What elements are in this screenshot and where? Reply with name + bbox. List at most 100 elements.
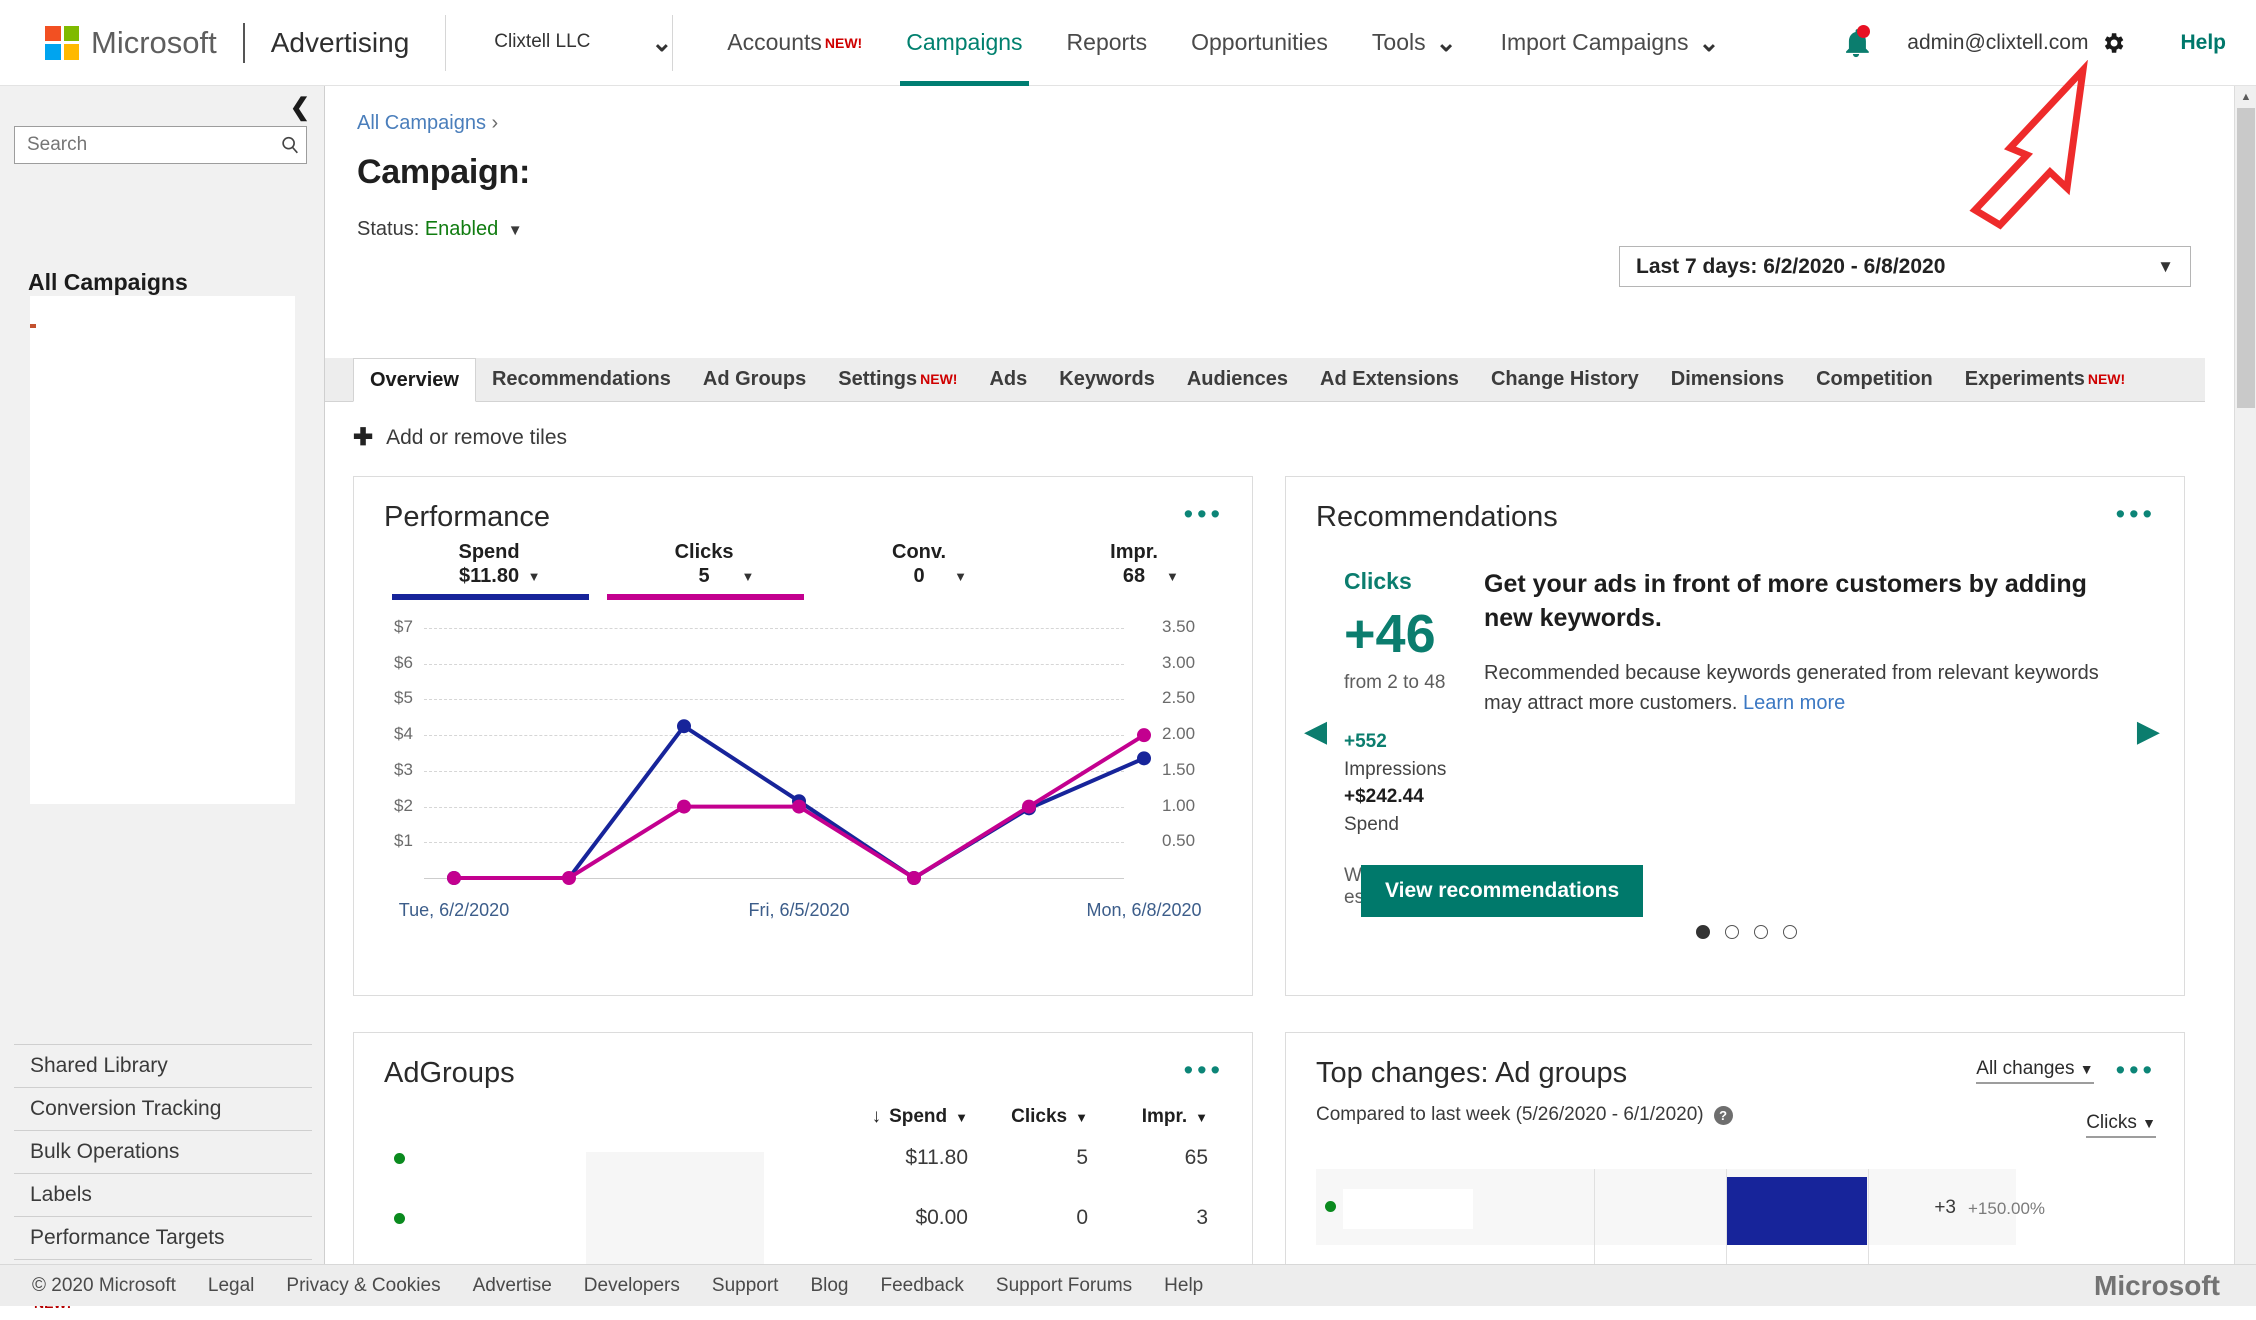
search-box[interactable] bbox=[14, 126, 307, 164]
nav-item-campaigns[interactable]: Campaigns bbox=[884, 0, 1044, 86]
status-badge[interactable]: Enabled bbox=[425, 218, 498, 240]
chart-point[interactable] bbox=[1022, 799, 1036, 814]
status-label: Status: bbox=[357, 218, 420, 240]
chart-point[interactable] bbox=[1137, 751, 1151, 766]
kpi-clicks[interactable]: Clicks 5 ▼ bbox=[607, 540, 822, 600]
help-icon[interactable]: ? bbox=[1713, 1105, 1733, 1125]
notifications-bell-icon[interactable] bbox=[1839, 24, 1873, 60]
search-icon[interactable] bbox=[274, 134, 306, 156]
scrollbar-thumb[interactable] bbox=[2237, 108, 2255, 408]
nav-item-import-campaigns[interactable]: Import Campaigns ⌄ bbox=[1479, 0, 1742, 86]
chevron-down-icon[interactable]: ▼ bbox=[1166, 569, 1179, 588]
sidebar-item-conversion-tracking[interactable]: Conversion Tracking bbox=[14, 1087, 312, 1130]
sidebar-item-shared-library[interactable]: Shared Library bbox=[14, 1044, 312, 1087]
top-changes-chart: +3 +150.00% +0 +0.00% bbox=[1316, 1169, 2045, 1276]
column-header-impr[interactable]: Impr. ▼ bbox=[1088, 1106, 1208, 1128]
chevron-down-icon[interactable]: ▼ bbox=[742, 569, 755, 588]
campaign-tree-panel[interactable] bbox=[30, 296, 295, 804]
all-changes-dropdown[interactable]: All changes ▼ bbox=[1976, 1058, 2094, 1084]
view-recommendations-button[interactable]: View recommendations bbox=[1361, 865, 1644, 917]
footer-link-support-forums[interactable]: Support Forums bbox=[996, 1275, 1132, 1297]
breadcrumb[interactable]: All Campaigns › bbox=[357, 86, 2234, 135]
tab-bar: Overview Recommendations Ad Groups Setti… bbox=[325, 358, 2205, 402]
microsoft-logo[interactable]: Microsoft bbox=[45, 25, 217, 61]
sidebar-item-labels[interactable]: Labels bbox=[14, 1173, 312, 1216]
nav-item-tools[interactable]: Tools ⌄ bbox=[1350, 0, 1479, 86]
chevron-down-icon[interactable]: ▼ bbox=[1195, 1110, 1208, 1125]
tab-settings[interactable]: Settings NEW! bbox=[822, 357, 973, 401]
nav-item-reports[interactable]: Reports bbox=[1045, 0, 1170, 86]
left-sidebar: ❮ All Campaigns Shared Library Conversio… bbox=[0, 86, 325, 1311]
chevron-down-icon[interactable]: ▼ bbox=[1075, 1110, 1088, 1125]
page-scrollbar[interactable]: ▲ ▼ bbox=[2234, 86, 2256, 1306]
footer-link-blog[interactable]: Blog bbox=[810, 1275, 848, 1297]
date-range-picker[interactable]: Last 7 days: 6/2/2020 - 6/8/2020 ▼ bbox=[1619, 246, 2191, 287]
gear-icon[interactable] bbox=[2100, 30, 2126, 56]
column-header-spend[interactable]: ↓ Spend ▼ bbox=[790, 1106, 968, 1128]
footer-link-help[interactable]: Help bbox=[1164, 1275, 1203, 1297]
kpi-impressions[interactable]: Impr. 68 ▼ bbox=[1037, 540, 1252, 600]
kpi-conversions[interactable]: Conv. 0 ▼ bbox=[822, 540, 1037, 600]
user-email[interactable]: admin@clixtell.com bbox=[1907, 31, 2088, 55]
tab-experiments[interactable]: Experiments NEW! bbox=[1949, 357, 2141, 401]
nav-item-accounts[interactable]: Accounts NEW! bbox=[705, 0, 884, 86]
chevron-down-icon: ⌄ bbox=[1698, 28, 1720, 57]
nav-item-opportunities[interactable]: Opportunities bbox=[1169, 0, 1350, 86]
chevron-down-icon[interactable]: ▼ bbox=[528, 569, 541, 588]
tab-ad-extensions[interactable]: Ad Extensions bbox=[1304, 357, 1475, 401]
footer-link-privacy[interactable]: Privacy & Cookies bbox=[286, 1275, 440, 1297]
tab-ads[interactable]: Ads bbox=[973, 357, 1043, 401]
sidebar-item-performance-targets[interactable]: Performance Targets bbox=[14, 1216, 312, 1259]
sidebar-item-bulk-operations[interactable]: Bulk Operations bbox=[14, 1130, 312, 1173]
chart-point[interactable] bbox=[677, 799, 691, 814]
chart-point[interactable] bbox=[562, 871, 576, 885]
adgroups-card-menu[interactable]: ••• bbox=[1184, 1057, 1224, 1084]
account-selector[interactable]: Clixtell LLC ⌄ bbox=[472, 28, 672, 58]
footer-link-support[interactable]: Support bbox=[712, 1275, 779, 1297]
carousel-prev-icon[interactable]: ◀ bbox=[1304, 714, 1327, 749]
chart-point[interactable] bbox=[792, 799, 806, 814]
carousel-dot-1[interactable] bbox=[1696, 925, 1710, 939]
performance-card-menu[interactable]: ••• bbox=[1184, 501, 1224, 528]
collapse-sidebar-icon[interactable]: ❮ bbox=[290, 96, 310, 120]
tab-change-history[interactable]: Change History bbox=[1475, 357, 1655, 401]
footer-link-developers[interactable]: Developers bbox=[584, 1275, 680, 1297]
chart-point[interactable] bbox=[447, 871, 461, 885]
chevron-down-icon[interactable]: ▼ bbox=[955, 1110, 968, 1125]
tab-label: Competition bbox=[1816, 367, 1933, 390]
column-label-impr: Impr. bbox=[1141, 1106, 1188, 1127]
column-header-clicks[interactable]: Clicks ▼ bbox=[968, 1106, 1088, 1128]
footer-link-legal[interactable]: Legal bbox=[208, 1275, 255, 1297]
tab-ad-groups[interactable]: Ad Groups bbox=[687, 357, 822, 401]
top-changes-card-menu[interactable]: ••• bbox=[2116, 1057, 2156, 1084]
add-or-remove-tiles-button[interactable]: ✚ Add or remove tiles bbox=[353, 426, 567, 450]
tab-audiences[interactable]: Audiences bbox=[1171, 357, 1304, 401]
carousel-dot-3[interactable] bbox=[1754, 925, 1768, 939]
learn-more-link[interactable]: Learn more bbox=[1743, 692, 1845, 714]
tab-competition[interactable]: Competition bbox=[1800, 357, 1949, 401]
chart-point[interactable] bbox=[907, 871, 921, 885]
chevron-down-icon[interactable]: ▼ bbox=[508, 222, 523, 239]
help-link[interactable]: Help bbox=[2180, 31, 2226, 55]
tab-recommendations[interactable]: Recommendations bbox=[476, 357, 687, 401]
chevron-down-icon[interactable]: ▼ bbox=[954, 569, 967, 588]
table-row[interactable]: $11.80 5 65 bbox=[354, 1128, 1252, 1188]
table-row[interactable]: $0.00 0 3 bbox=[354, 1188, 1252, 1248]
breadcrumb-all-campaigns[interactable]: All Campaigns bbox=[357, 112, 486, 134]
footer-link-advertise[interactable]: Advertise bbox=[473, 1275, 552, 1297]
chart-point[interactable] bbox=[677, 719, 691, 734]
scroll-up-arrow-icon[interactable]: ▲ bbox=[2235, 86, 2256, 108]
carousel-next-icon[interactable]: ▶ bbox=[2137, 714, 2160, 749]
recommendations-card-menu[interactable]: ••• bbox=[2116, 501, 2156, 528]
breadcrumb-separator: › bbox=[491, 112, 499, 134]
chart-point[interactable] bbox=[1137, 728, 1151, 743]
tab-keywords[interactable]: Keywords bbox=[1043, 357, 1171, 401]
footer-link-feedback[interactable]: Feedback bbox=[880, 1275, 963, 1297]
metric-dropdown[interactable]: Clicks ▼ bbox=[2086, 1112, 2156, 1138]
kpi-spend[interactable]: Spend $11.80 ▼ bbox=[392, 540, 607, 600]
carousel-dot-2[interactable] bbox=[1725, 925, 1739, 939]
tab-overview[interactable]: Overview bbox=[353, 358, 476, 402]
search-input[interactable] bbox=[15, 128, 274, 162]
tab-dimensions[interactable]: Dimensions bbox=[1655, 357, 1800, 401]
carousel-dot-4[interactable] bbox=[1783, 925, 1797, 939]
